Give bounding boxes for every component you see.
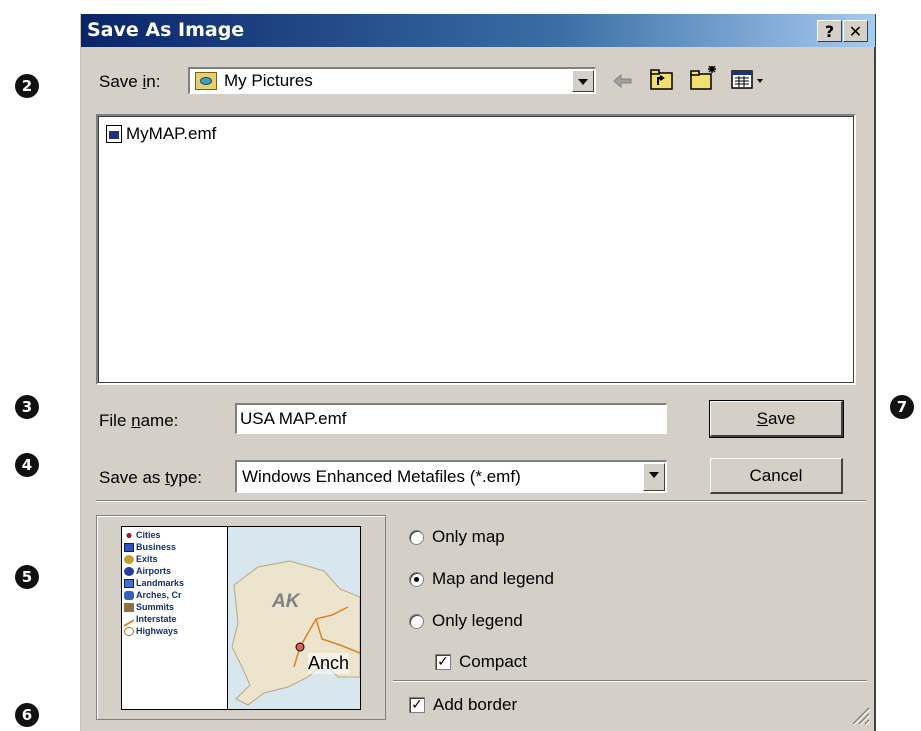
only-legend-option[interactable]: Only legend	[409, 611, 523, 631]
resize-grip-icon[interactable]	[847, 702, 871, 726]
cities-icon	[124, 530, 134, 540]
help-button[interactable]: ?	[817, 20, 842, 42]
save-in-dropdown[interactable]: My Pictures	[188, 67, 596, 94]
exits-icon	[124, 554, 134, 564]
chevron-down-icon[interactable]	[572, 70, 594, 92]
only-legend-radio[interactable]	[409, 613, 424, 629]
callout-6: 6	[15, 703, 39, 727]
emf-file-icon	[106, 125, 122, 143]
legend: Cities Business Exits Airports Landmarks…	[124, 529, 226, 637]
save-in-label: Save in:	[99, 72, 161, 91]
add-border-label: Add border	[433, 695, 518, 714]
map-and-legend-radio[interactable]	[409, 571, 424, 587]
arches-icon	[124, 590, 134, 600]
legend-item: Arches, Cr	[124, 589, 226, 601]
legend-item: Landmarks	[124, 577, 226, 589]
compact-checkbox[interactable]: ✓	[435, 654, 451, 670]
legend-item: Exits	[124, 553, 226, 565]
map-and-legend-option[interactable]: Map and legend	[409, 569, 554, 589]
callout-7: 7	[890, 395, 914, 419]
save-as-image-dialog: Save As Image ? ✕ Save in: My Pictures M…	[80, 14, 876, 731]
map-preview: Cities Business Exits Airports Landmarks…	[121, 526, 361, 710]
compact-label: Compact	[459, 652, 528, 671]
new-folder-icon[interactable]	[690, 64, 720, 92]
cancel-button[interactable]: Cancel	[710, 458, 843, 494]
callout-2: 2	[15, 74, 39, 98]
map-area: AK Anch	[227, 527, 360, 709]
save-as-type-dropdown[interactable]: Windows Enhanced Metafiles (*.emf)	[235, 460, 667, 493]
only-map-radio[interactable]	[409, 529, 424, 545]
save-in-value: My Pictures	[224, 71, 313, 90]
file-name-label: File name:	[99, 411, 179, 430]
preview-frame: Cities Business Exits Airports Landmarks…	[96, 515, 386, 720]
save-as-type-label: Save as type:	[99, 468, 203, 487]
legend-item: Business	[124, 541, 226, 553]
file-name-value: USA MAP.emf	[240, 409, 347, 428]
map-and-legend-label: Map and legend	[432, 569, 554, 588]
back-arrow-icon[interactable]	[612, 72, 634, 90]
alaska-shape	[231, 560, 360, 706]
only-map-option[interactable]: Only map	[409, 527, 505, 547]
close-button[interactable]: ✕	[843, 20, 868, 42]
airports-icon	[124, 566, 134, 576]
chevron-down-icon[interactable]	[643, 463, 665, 491]
callout-5: 5	[15, 565, 39, 589]
map-city-label: Anch	[308, 653, 350, 674]
options-separator	[393, 680, 867, 682]
add-border-option[interactable]: ✓ Add border	[409, 695, 517, 715]
dialog-title: Save As Image	[87, 19, 245, 41]
business-icon	[124, 542, 134, 552]
legend-item: Summits	[124, 601, 226, 613]
view-menu-icon[interactable]	[731, 69, 767, 91]
separator	[96, 500, 866, 502]
legend-item: Highways	[124, 625, 226, 637]
only-map-label: Only map	[432, 527, 505, 546]
save-button[interactable]: Save	[709, 400, 844, 438]
up-folder-icon[interactable]	[650, 69, 674, 91]
title-bar[interactable]: Save As Image ? ✕	[81, 14, 875, 47]
list-item[interactable]: MyMAP.emf	[106, 124, 216, 144]
file-name-input[interactable]: USA MAP.emf	[235, 403, 667, 434]
save-as-type-value: Windows Enhanced Metafiles (*.emf)	[242, 467, 521, 486]
summits-icon	[124, 602, 134, 612]
compact-option[interactable]: ✓ Compact	[435, 652, 527, 672]
landmarks-icon	[124, 578, 134, 588]
only-legend-label: Only legend	[432, 611, 523, 630]
legend-item: Airports	[124, 565, 226, 577]
legend-item: Interstate	[124, 611, 226, 627]
callout-4: 4	[15, 453, 39, 477]
callout-3: 3	[15, 395, 39, 419]
file-name: MyMAP.emf	[126, 124, 217, 143]
map-state-label: AK	[272, 591, 300, 612]
folder-icon	[195, 72, 217, 90]
highways-icon	[124, 626, 134, 636]
add-border-checkbox[interactable]: ✓	[409, 697, 425, 713]
file-list[interactable]: MyMAP.emf	[96, 114, 856, 385]
legend-item: Cities	[124, 529, 226, 541]
